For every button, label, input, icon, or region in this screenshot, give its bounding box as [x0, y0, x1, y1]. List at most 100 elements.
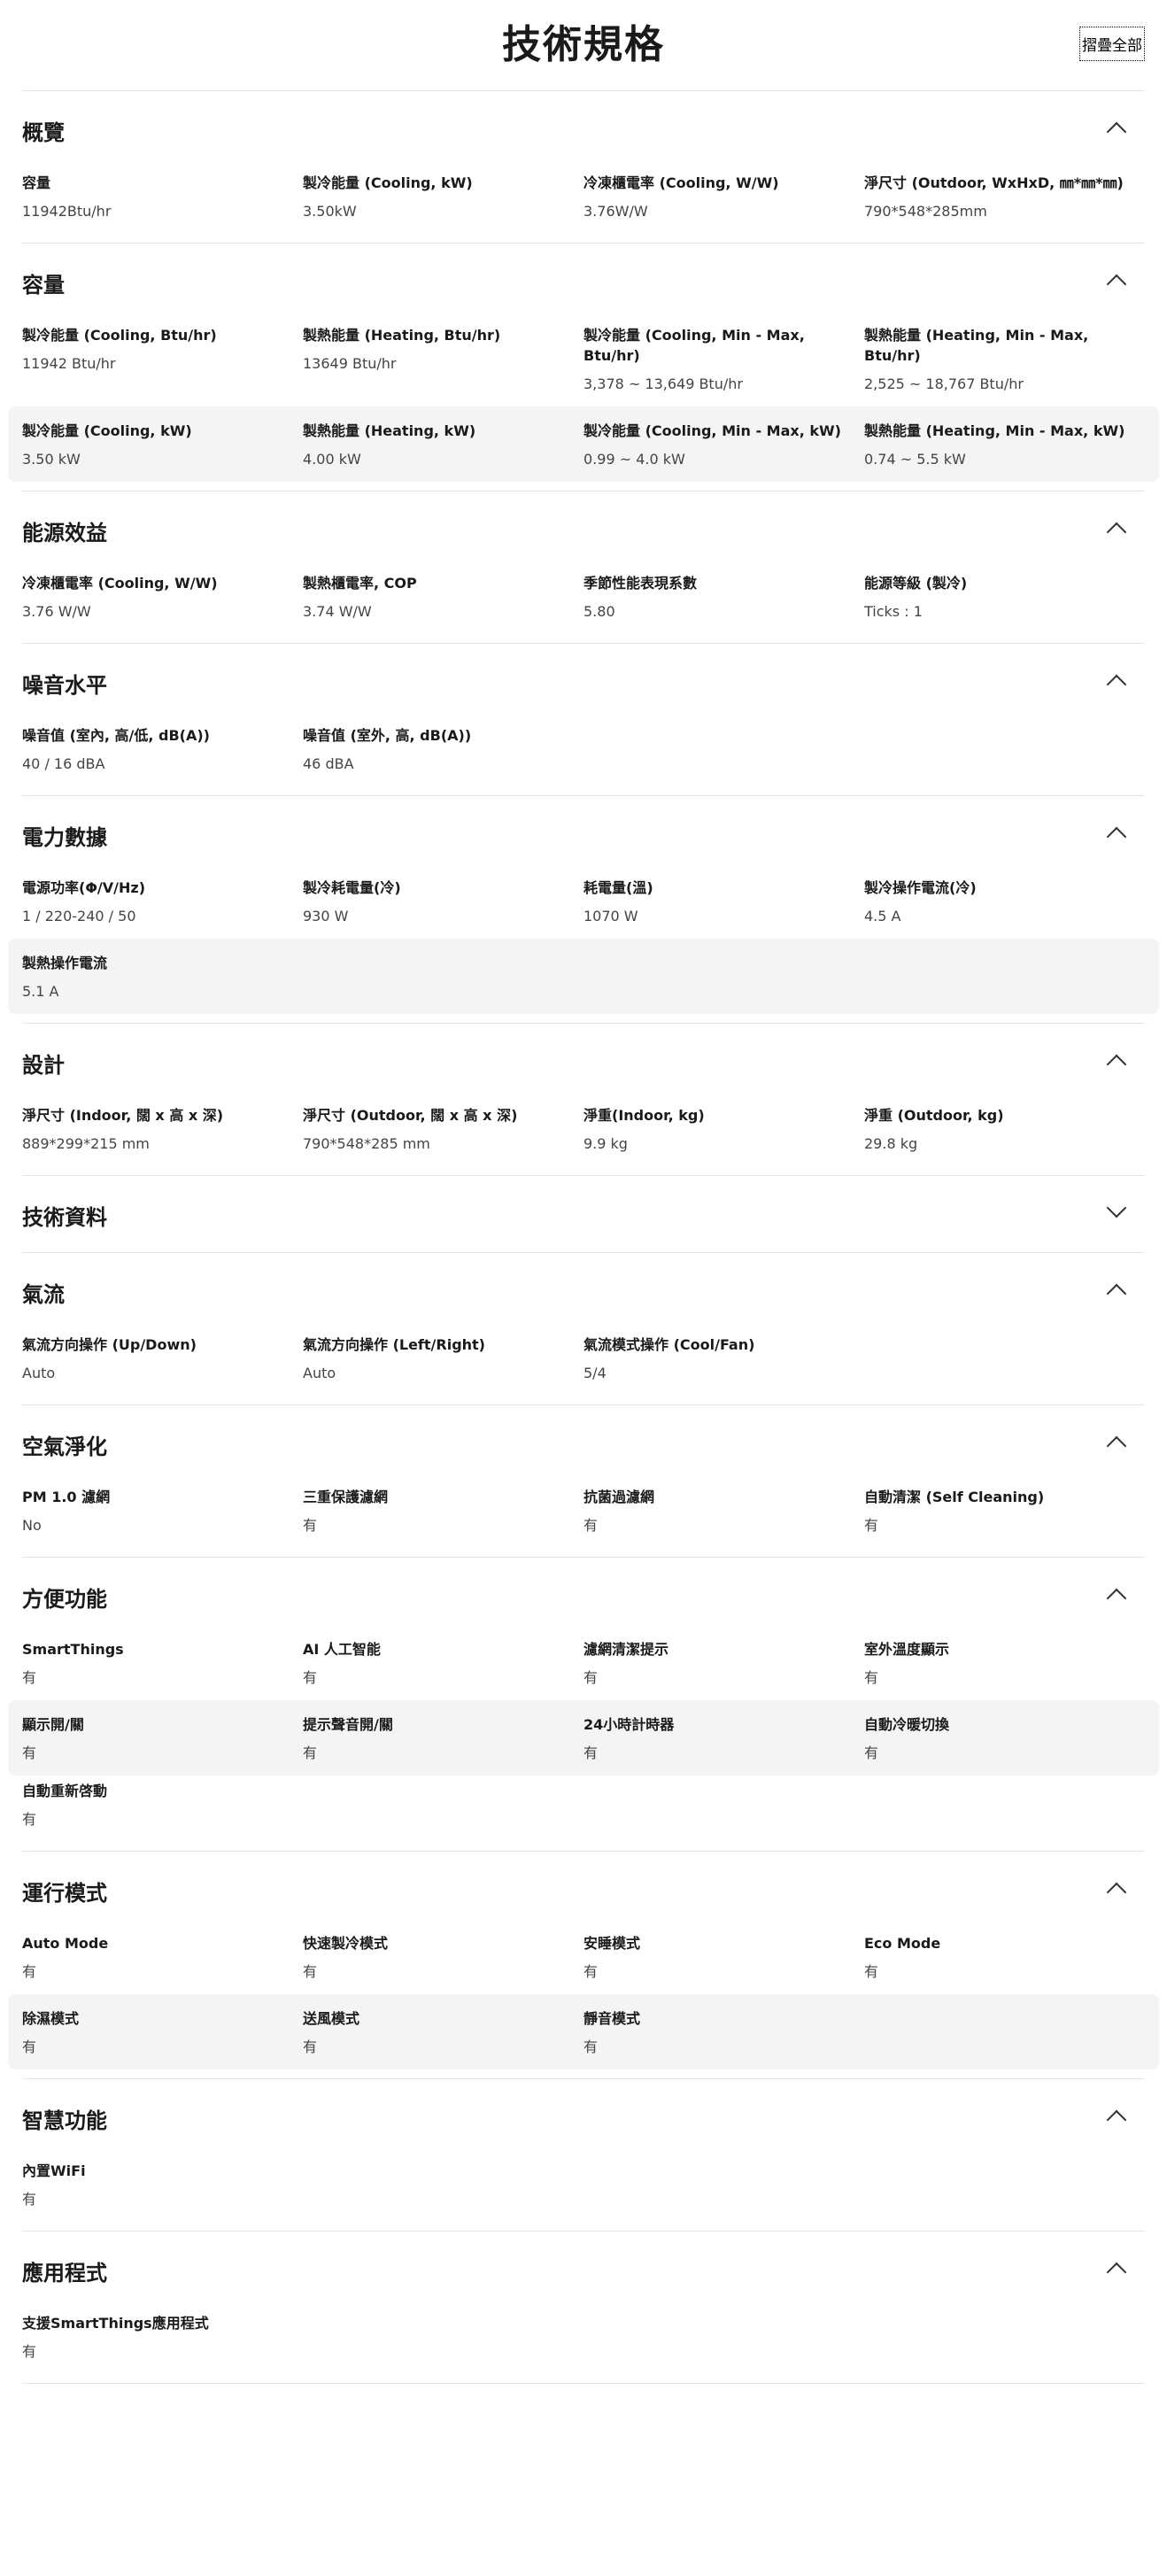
- section-header[interactable]: 電力數據: [22, 796, 1145, 872]
- spec-row: 自動重新啓動有: [8, 1775, 1159, 1842]
- spec-label: 氣流方向操作 (Left/Right): [303, 1336, 485, 1353]
- spec-item: 製冷能量 (Cooling, kW) 3.50 kW: [22, 421, 303, 469]
- spec-label: 送風模式: [303, 2010, 360, 2027]
- section-header[interactable]: 能源效益: [22, 491, 1145, 568]
- spec-label: 製冷耗電量(冷): [303, 879, 401, 896]
- section-header[interactable]: 技術資料: [22, 1176, 1145, 1252]
- chevron-up-icon[interactable]: [1106, 121, 1127, 143]
- spec-label: 除濕模式: [22, 2010, 80, 2027]
- spec-section: 概覽容量 11942Btu/hr 製冷能量 (Cooling, kW) 3.50kW 冷…: [22, 91, 1145, 244]
- chevron-up-icon[interactable]: [1106, 1283, 1127, 1304]
- spec-value: 13649 Btu/hr: [303, 355, 397, 372]
- spec-value: 2,525 ~ 18,767 Btu/hr: [864, 375, 1024, 392]
- spec-label: 製熱能量 (Heating, Min - Max, Btu/hr): [864, 327, 1089, 364]
- section-header[interactable]: 噪音水平: [22, 644, 1145, 720]
- chevron-up-icon[interactable]: [1106, 826, 1127, 847]
- chevron-up-icon[interactable]: [1106, 2109, 1127, 2131]
- spec-row: 噪音值 (室內, 高/低, dB(A)) 40 / 16 dBA 噪音值 (室外, …: [8, 720, 1159, 786]
- chevron-up-icon[interactable]: [1106, 274, 1127, 295]
- spec-label: 內置WiFi: [22, 2162, 86, 2179]
- spec-label: 能源等級 (製冷): [864, 575, 968, 592]
- spec-value: 40 / 16 dBA: [22, 755, 105, 772]
- spec-rows: 內置WiFi 有: [22, 2155, 1145, 2231]
- spec-value: 3.50kW: [303, 203, 357, 220]
- spec-row: 製熱操作電流 5.1 A: [8, 939, 1159, 1014]
- section-header[interactable]: 空氣淨化: [22, 1405, 1145, 1481]
- chevron-up-icon[interactable]: [1106, 1435, 1127, 1457]
- spec-rows: 冷凍櫃電率 (Cooling, W/W) 3.76 W/W 製熱櫃電率, COP 3.…: [22, 568, 1145, 643]
- spec-label: 安睡模式: [584, 1935, 641, 1952]
- spec-item: 製熱能量 (Heating, Min - Max, Btu/hr) 2,525 ~…: [864, 325, 1145, 394]
- spec-label: 淨尺寸 (Outdoor, WxHxD, ㎜*㎜*㎜): [864, 174, 1124, 191]
- spec-item: 淨尺寸 (Indoor, 闊 x 高 x 深) 889*299*215 mm: [22, 1105, 303, 1154]
- spec-item: 製冷能量 (Cooling, Min - Max, kW) 0.99 ~ 4.0 …: [584, 421, 864, 469]
- spec-rows: PM 1.0 濾網 No 三重保護濾網有抗菌過濾網有自動清潔 (Self Clean…: [22, 1481, 1145, 1557]
- spec-value: 3.76 W/W: [22, 603, 91, 620]
- section-title: 方便功能: [22, 1587, 107, 1612]
- spec-label: 提示聲音開/關: [303, 1716, 393, 1733]
- spec-row: SmartThings 有 AI 人工智能有濾網清潔提示有室外溫度顯示有: [8, 1634, 1159, 1700]
- spec-value: 4.5 A: [864, 908, 901, 924]
- spec-section: 技術資料: [22, 1176, 1145, 1253]
- spec-label: 製冷能量 (Cooling, Min - Max, Btu/hr): [584, 327, 805, 364]
- spec-value: 3,378 ~ 13,649 Btu/hr: [584, 375, 743, 392]
- spec-item: 支援SmartThings應用程式有: [22, 2313, 303, 2362]
- section-header[interactable]: 氣流: [22, 1253, 1145, 1329]
- spec-item: 能源等級 (製冷) Ticks : 1: [864, 573, 1145, 622]
- spec-item: 提示聲音開/關有: [303, 1714, 584, 1763]
- spec-value: 889*299*215 mm: [22, 1135, 150, 1152]
- spec-label: Eco Mode: [864, 1935, 941, 1952]
- section-header[interactable]: 方便功能: [22, 1558, 1145, 1634]
- section-header[interactable]: 智慧功能: [22, 2079, 1145, 2155]
- spec-label: 淨尺寸 (Outdoor, 闊 x 高 x 深): [303, 1107, 518, 1124]
- collapse-all-button[interactable]: 摺疊全部: [1079, 27, 1145, 61]
- section-header[interactable]: 應用程式: [22, 2232, 1145, 2308]
- section-header[interactable]: 運行模式: [22, 1852, 1145, 1928]
- spec-item: 淨重(Indoor, kg) 9.9 kg: [584, 1105, 864, 1154]
- spec-label: 快速製冷模式: [303, 1935, 389, 1952]
- spec-item: 自動清潔 (Self Cleaning) 有: [864, 1487, 1145, 1536]
- spec-item: 製冷操作電流(冷) 4.5 A: [864, 878, 1145, 926]
- chevron-up-icon[interactable]: [1106, 1054, 1127, 1075]
- spec-value: 5.1 A: [22, 983, 59, 1000]
- spec-value: 有: [584, 1669, 599, 1686]
- chevron-up-icon[interactable]: [1106, 1882, 1127, 1903]
- chevron-down-icon[interactable]: [1106, 1197, 1127, 1218]
- spec-label: 季節性能表現系數: [584, 575, 698, 592]
- spec-value: Auto: [303, 1365, 336, 1381]
- spec-value: 有: [303, 1963, 318, 1980]
- spec-item: 容量 11942Btu/hr: [22, 173, 303, 221]
- spec-value: Ticks : 1: [864, 603, 923, 620]
- spec-label: 製熱能量 (Heating, Btu/hr): [303, 327, 501, 344]
- section-header[interactable]: 設計: [22, 1024, 1145, 1100]
- section-header[interactable]: 容量: [22, 244, 1145, 320]
- spec-rows: Auto Mode 有快速製冷模式有安睡模式有 Eco Mode 有除濕模式有送風模式…: [8, 1928, 1159, 2078]
- spec-label: SmartThings: [22, 1641, 124, 1658]
- spec-value: 有: [22, 2191, 37, 2208]
- spec-label: 耗電量(溫): [584, 879, 653, 896]
- chevron-up-icon[interactable]: [1106, 522, 1127, 543]
- spec-sections: 概覽 容量 11942Btu/hr 製冷能量 (Cooling, kW) 3.50kW 冷…: [0, 91, 1167, 2384]
- spec-section: 智慧功能內置WiFi 有: [22, 2079, 1145, 2232]
- section-header[interactable]: 概覽: [22, 91, 1145, 167]
- chevron-up-icon[interactable]: [1106, 2262, 1127, 2283]
- spec-item: 淨尺寸 (Outdoor, WxHxD, ㎜*㎜*㎜) 790*548*285mm: [864, 173, 1145, 221]
- chevron-up-icon[interactable]: [1106, 674, 1127, 695]
- spec-label: 冷凍櫃電率 (Cooling, W/W): [22, 575, 218, 592]
- spec-item: 製熱能量 (Heating, kW) 4.00 kW: [303, 421, 584, 469]
- spec-item: 冷凍櫃電率 (Cooling, W/W) 3.76W/W: [584, 173, 864, 221]
- spec-item: 氣流模式操作 (Cool/Fan) 5/4: [584, 1334, 864, 1383]
- spec-page: 技術規格 摺疊全部 概覽 容量 11942Btu/hr 製冷能量 (Cooling, …: [0, 0, 1167, 2576]
- section-title: 噪音水平: [22, 673, 107, 698]
- chevron-up-icon[interactable]: [1106, 1588, 1127, 1609]
- spec-item: 耗電量(溫) 1070 W: [584, 878, 864, 926]
- spec-section: 電力數據 電源功率(Φ/V/Hz) 1 / 220-240 / 50 製冷耗電量(冷)…: [8, 796, 1159, 1024]
- section-title: 設計: [22, 1053, 65, 1078]
- spec-value: 有: [584, 1963, 599, 1980]
- spec-item: 製冷能量 (Cooling, Btu/hr) 11942 Btu/hr: [22, 325, 303, 394]
- section-title: 電力數據: [22, 825, 107, 850]
- spec-value: 0.74 ~ 5.5 kW: [864, 451, 966, 468]
- spec-section: 噪音水平 噪音值 (室內, 高/低, dB(A)) 40 / 16 dBA 噪音值 (…: [22, 644, 1145, 796]
- section-title: 概覽: [22, 120, 65, 145]
- spec-item: 製冷能量 (Cooling, kW) 3.50kW: [303, 173, 584, 221]
